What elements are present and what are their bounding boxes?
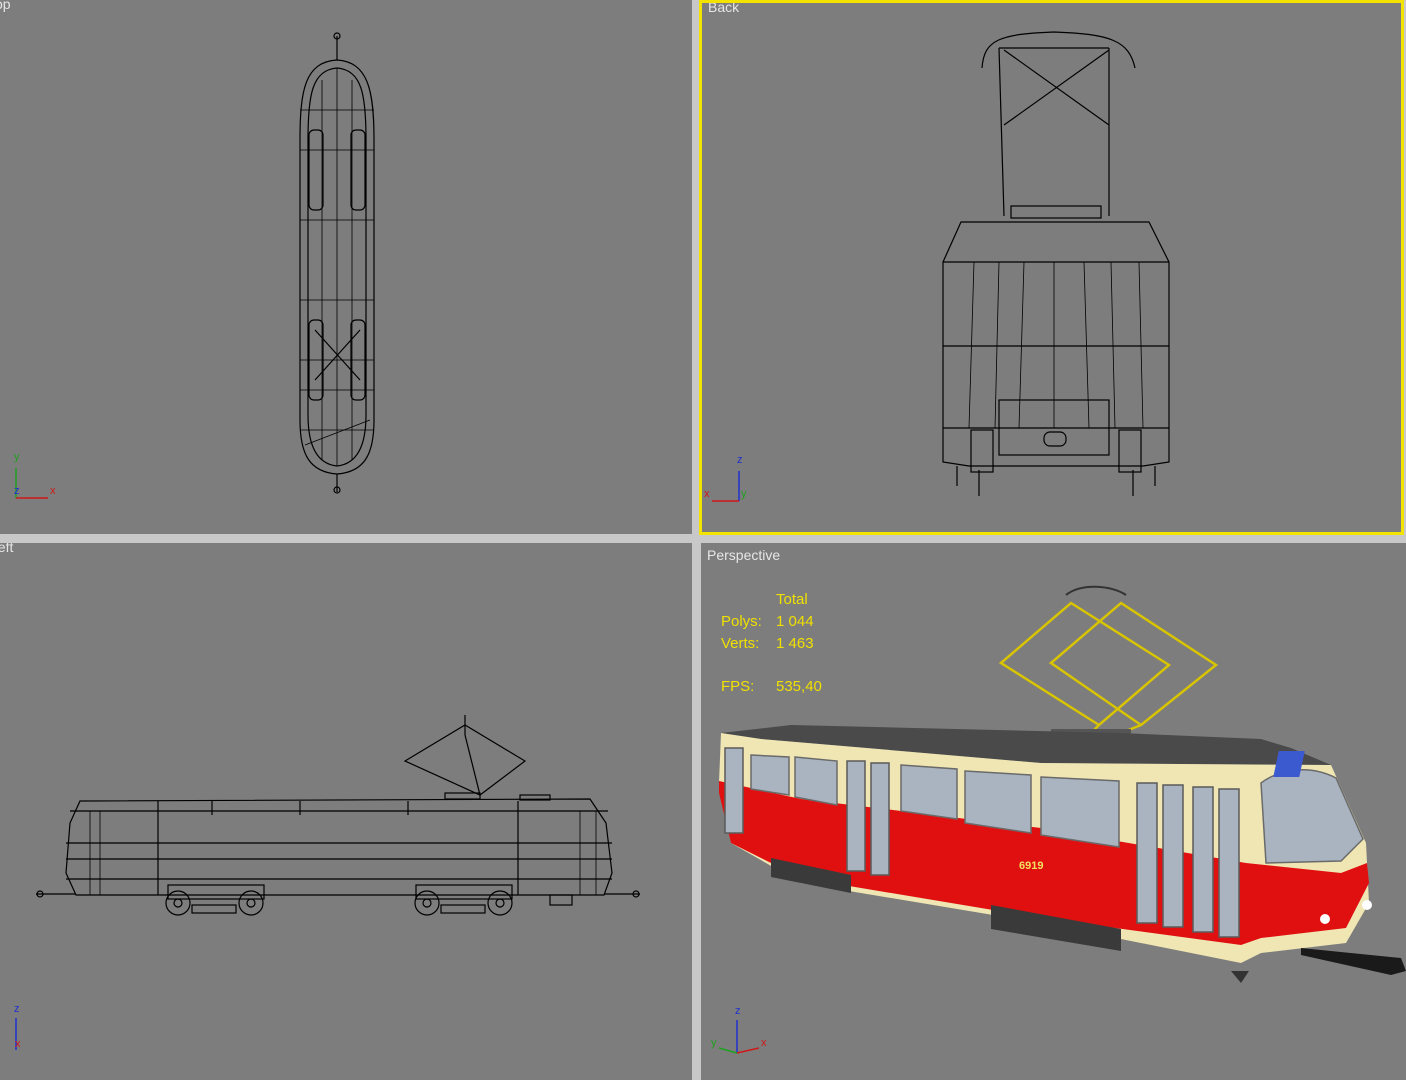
axis-gizmo-top: y x z <box>14 451 56 499</box>
viewport-top[interactable]: Top y x z <box>0 0 692 534</box>
tram-wireframe-left <box>36 715 640 916</box>
tram-wireframe-top <box>299 32 375 494</box>
pantograph <box>998 585 1219 735</box>
destination-sign <box>1273 751 1305 777</box>
svg-text:x: x <box>704 488 710 500</box>
viewport-perspective[interactable]: Perspective Total Polys: 1 044 Verts: 1 46… <box>701 543 1406 1080</box>
viewport-back[interactable]: Back z x y <box>699 0 1404 535</box>
svg-text:y: y <box>711 1037 717 1049</box>
svg-text:x: x <box>761 1037 767 1049</box>
tram-render-perspective: 6919 <box>719 585 1406 983</box>
tram-coupler-base <box>1231 971 1249 983</box>
svg-text:z: z <box>737 454 743 466</box>
svg-text:z: z <box>14 485 20 497</box>
headlight-left <box>1320 914 1330 924</box>
svg-text:x: x <box>15 1038 21 1050</box>
axis-gizmo-perspective: z x y <box>711 1005 767 1054</box>
svg-text:z: z <box>14 1003 20 1015</box>
svg-text:y: y <box>14 451 20 463</box>
headlight-right <box>1362 900 1372 910</box>
axis-gizmo-back: z x y <box>704 454 747 502</box>
viewport-left[interactable]: Left z x <box>0 543 692 1080</box>
svg-text:x: x <box>50 485 56 497</box>
tram-coupler <box>1301 948 1406 975</box>
tram-number: 6919 <box>1019 860 1043 872</box>
svg-text:z: z <box>735 1005 741 1017</box>
tram-wireframe-back <box>942 31 1170 496</box>
svg-text:y: y <box>741 488 747 500</box>
axis-gizmo-left: z x <box>14 1003 21 1050</box>
